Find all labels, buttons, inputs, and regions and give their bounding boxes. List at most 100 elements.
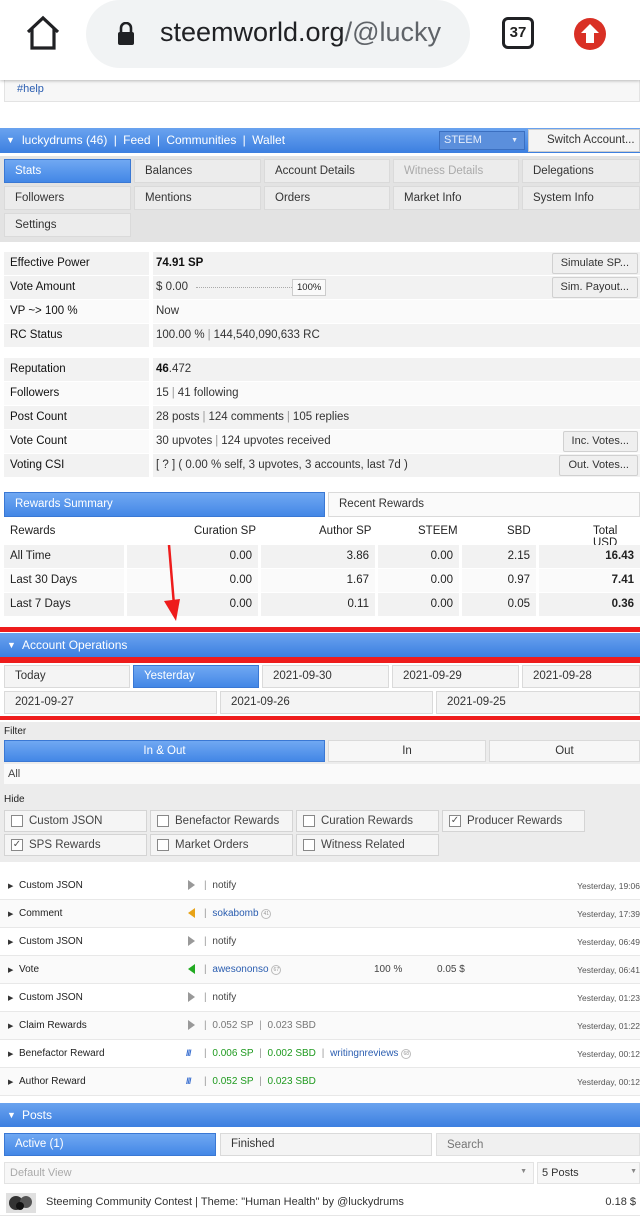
post-list-item[interactable]: Steeming Community Contest | Theme: "Hum… — [0, 1190, 640, 1216]
operation-row[interactable]: ▶ Custom JSON | notify Yesterday, 19:06 — [0, 872, 640, 900]
tab-balances[interactable]: Balances — [134, 159, 261, 183]
expand-icon[interactable]: ▶ — [8, 966, 13, 974]
chain-select[interactable]: STEEM ▼ — [439, 131, 525, 150]
tab-rewards-summary[interactable]: Rewards Summary — [4, 492, 325, 517]
operation-row[interactable]: ▶ Claim Rewards | 0.052 SP | 0.023 SBD Y… — [0, 1012, 640, 1040]
tab-switcher-button[interactable]: 37 — [502, 17, 534, 49]
stat-label: Reputation — [10, 363, 66, 375]
rewards-cell: 0.05 — [462, 593, 536, 616]
operation-row[interactable]: ▶ Author Reward /// | 0.052 SP | 0.023 S… — [0, 1068, 640, 1096]
operation-row[interactable]: ▶ Custom JSON | notify Yesterday, 06:49 — [0, 928, 640, 956]
rewards-cell: 2.15 — [462, 545, 536, 568]
vote-weight-slider[interactable] — [196, 287, 292, 288]
posts-search-input[interactable] — [436, 1133, 640, 1156]
expand-icon[interactable]: ▶ — [8, 910, 13, 918]
day-tab-2021-09-30[interactable]: 2021-09-30 — [262, 665, 389, 688]
home-icon[interactable] — [24, 14, 62, 52]
feed-link[interactable]: Feed — [123, 133, 150, 147]
hide-market-orders-checkbox[interactable]: Market Orders — [150, 834, 293, 856]
tab-followers[interactable]: Followers — [4, 186, 131, 210]
operations-list: ▶ Custom JSON | notify Yesterday, 19:06 … — [0, 872, 640, 1096]
communities-link[interactable]: Communities — [166, 133, 236, 147]
stat-value: 74.91 SP — [156, 257, 204, 269]
stat-label: Followers — [10, 387, 60, 399]
day-tab-2021-09-27[interactable]: 2021-09-27 — [4, 691, 217, 714]
operation-row[interactable]: ▶ Vote | awesononso 67 100 % 0.05 $ Yest… — [0, 956, 640, 984]
stat-label: RC Status — [10, 329, 63, 341]
tab-account-details[interactable]: Account Details — [264, 159, 390, 183]
rewards-cell: 16.43 — [539, 545, 640, 568]
rewards-cell: 0.00 — [378, 545, 459, 568]
out-votes-button[interactable]: Out. Votes... — [559, 455, 638, 476]
filter-out[interactable]: Out — [489, 740, 640, 762]
post-title[interactable]: Steeming Community Contest | Theme: "Hum… — [46, 1196, 404, 1208]
tab-settings[interactable]: Settings — [4, 213, 131, 237]
expand-icon[interactable]: ▶ — [8, 1050, 13, 1058]
user-link[interactable]: writingnreviews — [330, 1048, 398, 1059]
upload-icon[interactable] — [573, 17, 607, 51]
filter-in[interactable]: In — [328, 740, 486, 762]
direction-arrow-icon — [188, 992, 195, 1002]
help-tag-link[interactable]: #help — [17, 83, 44, 95]
posts-view-select[interactable]: Default View ▼ — [4, 1162, 534, 1184]
username-link[interactable]: luckydrums (46) — [22, 133, 107, 147]
posts-count-select[interactable]: 5 Posts ▼ — [537, 1162, 640, 1184]
sim-payout-button[interactable]: Sim. Payout... — [551, 277, 638, 298]
day-tab-yesterday[interactable]: Yesterday — [133, 665, 259, 688]
user-link[interactable]: awesononso — [212, 964, 268, 975]
day-tab-2021-09-26[interactable]: 2021-09-26 — [220, 691, 433, 714]
day-tab-2021-09-25[interactable]: 2021-09-25 — [436, 691, 640, 714]
chevron-down-icon: ▼ — [630, 1168, 637, 1175]
expand-icon[interactable]: ▶ — [8, 994, 13, 1002]
tab-delegations[interactable]: Delegations — [522, 159, 640, 183]
stat-value: 28 posts | 124 comments | 105 replies — [156, 411, 350, 423]
hide-producer-rewards-checkbox[interactable]: ✓ Producer Rewards — [442, 810, 585, 832]
collapse-icon[interactable]: ▼ — [7, 1110, 16, 1120]
address-bar[interactable]: steemworld.org/@lucky — [86, 0, 470, 68]
tab-stats[interactable]: Stats — [4, 159, 131, 183]
lock-icon — [118, 22, 134, 45]
operation-row[interactable]: ▶ Comment | sokabomb 41 Yesterday, 17:39 — [0, 900, 640, 928]
simulate-sp-button[interactable]: Simulate SP... — [551, 253, 638, 274]
rewards-cell: 0.36 — [539, 593, 640, 616]
hide-sps-rewards-checkbox[interactable]: ✓ SPS Rewards — [4, 834, 147, 856]
collapse-icon[interactable]: ▼ — [7, 640, 16, 650]
operation-row[interactable]: ▶ Custom JSON | notify Yesterday, 01:23 — [0, 984, 640, 1012]
stat-row-vp: VP ~> 100 % Now — [4, 300, 640, 323]
rewards-cell: 0.11 — [261, 593, 375, 616]
expand-icon[interactable]: ▶ — [8, 882, 13, 890]
hide-curation-rewards-checkbox[interactable]: Curation Rewards — [296, 810, 439, 832]
rewards-cell: 0.00 — [127, 593, 258, 616]
filter-all-row[interactable]: All — [4, 764, 640, 784]
inc-votes-button[interactable]: Inc. Votes... — [562, 431, 638, 452]
collapse-icon[interactable]: ▼ — [6, 135, 15, 145]
day-tab-2021-09-28[interactable]: 2021-09-28 — [522, 665, 640, 688]
hide-custom-json-checkbox[interactable]: Custom JSON — [4, 810, 147, 832]
tab-mentions[interactable]: Mentions — [134, 186, 261, 210]
operation-row[interactable]: ▶ Benefactor Reward /// | 0.006 SP | 0.0… — [0, 1040, 640, 1068]
tab-orders[interactable]: Orders — [264, 186, 390, 210]
tab-recent-rewards[interactable]: Recent Rewards — [328, 492, 640, 517]
posts-tab-active[interactable]: Active (1) — [4, 1133, 216, 1156]
hide-benefactor-rewards-checkbox[interactable]: Benefactor Rewards — [150, 810, 293, 832]
expand-icon[interactable]: ▶ — [8, 938, 13, 946]
tab-market-info[interactable]: Market Info — [393, 186, 519, 210]
tab-system-info[interactable]: System Info — [522, 186, 640, 210]
rewards-row-label: Last 7 Days — [4, 593, 124, 616]
expand-icon[interactable]: ▶ — [8, 1078, 13, 1086]
vote-weight-value[interactable]: 100% — [292, 279, 327, 296]
switch-account-button[interactable]: Switch Account... — [528, 129, 640, 152]
filter-in-out[interactable]: In & Out — [4, 740, 325, 762]
account-operations-header: ▼ Account Operations — [0, 633, 640, 657]
tab-witness-details: Witness Details — [393, 159, 519, 183]
stat-row-vote-amount: Vote Amount $ 0.00 100% Sim. Payout... — [4, 276, 640, 299]
chevron-down-icon: ▼ — [511, 137, 518, 144]
stat-value: $ 0.00 — [156, 281, 188, 293]
posts-tab-finished[interactable]: Finished — [220, 1133, 432, 1156]
expand-icon[interactable]: ▶ — [8, 1022, 13, 1030]
user-link[interactable]: sokabomb — [212, 908, 258, 919]
wallet-link[interactable]: Wallet — [252, 133, 285, 147]
day-tab-2021-09-29[interactable]: 2021-09-29 — [392, 665, 519, 688]
hide-witness-related-checkbox[interactable]: Witness Related — [296, 834, 439, 856]
day-tab-today[interactable]: Today — [4, 665, 130, 688]
